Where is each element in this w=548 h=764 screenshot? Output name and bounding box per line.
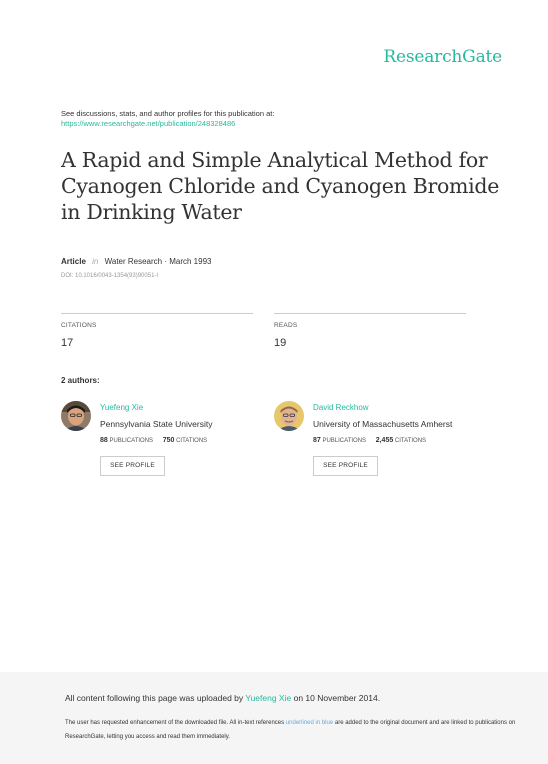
author-citations-count: 2,455 [375,437,394,444]
publication-title: A Rapid and Simple Analytical Method for… [61,148,500,224]
author-stats: 88 PUBLICATIONS 750 CITATIONS [100,437,207,444]
author-publications-count: 87 [313,437,321,444]
citations-label: CITATIONS [61,322,97,329]
enhancement-note: The user has requested enhancement of th… [65,716,535,744]
note-part-1: The user has requested enhancement of th… [65,720,285,726]
journal-date: Water Research · March 1993 [104,257,212,266]
publication-url-link[interactable]: https://www.researchgate.net/publication… [61,119,274,129]
note-underlined-text: underlined in blue [285,720,334,726]
publication-meta: Article in Water Research · March 1993 [61,257,211,266]
author-photo-icon [274,401,304,431]
upload-suffix: on 10 November 2014. [293,693,381,703]
author-citations-label: CITATIONS [176,438,208,444]
author-card-david-reckhow: David Reckhow University of Massachusett… [274,401,484,481]
researchgate-logo[interactable]: ResearchGate [383,47,502,67]
avatar[interactable] [61,401,91,431]
upload-prefix: All content following this page was uplo… [65,693,244,703]
intro-block: See discussions, stats, and author profi… [61,109,274,129]
author-citations-label: CITATIONS [394,438,427,444]
footer-panel: All content following this page was uplo… [0,672,548,764]
author-publications-count: 88 [100,437,108,444]
see-profile-button[interactable]: SEE PROFILE [100,456,165,476]
avatar[interactable] [274,401,304,431]
document-cover-page: ResearchGate See discussions, stats, and… [0,0,548,764]
uploader-link[interactable]: Yuefeng Xie [245,693,291,703]
author-photo-icon [61,401,91,431]
reads-stat: READS 19 [274,313,466,349]
author-stats: 87 PUBLICATIONS 2,455 CITATIONS [313,437,426,444]
author-institution: Pennsylvania State University [100,419,213,429]
in-word: in [92,257,99,266]
author-publications-label: PUBLICATIONS [109,438,154,444]
author-citations-count: 750 [162,437,175,444]
citations-value: 17 [61,337,74,349]
authors-heading: 2 authors: [61,376,100,385]
reads-label: READS [274,322,298,329]
see-profile-button[interactable]: SEE PROFILE [313,456,378,476]
author-card-yuefeng-xie: Yuefeng Xie Pennsylvania State Universit… [61,401,271,481]
author-name-link[interactable]: David Reckhow [313,403,369,412]
upload-notice: All content following this page was uplo… [65,693,380,703]
reads-value: 19 [274,337,287,349]
intro-text: See discussions, stats, and author profi… [61,109,275,118]
publication-type: Article [61,257,86,266]
citations-stat: CITATIONS 17 [61,313,253,349]
author-institution: University of Massachusetts Amherst [313,419,453,429]
author-name-link[interactable]: Yuefeng Xie [100,403,143,412]
author-publications-label: PUBLICATIONS [322,438,367,444]
doi-text: DOI: 10.1016/0043-1354(93)90051-I [61,273,159,279]
